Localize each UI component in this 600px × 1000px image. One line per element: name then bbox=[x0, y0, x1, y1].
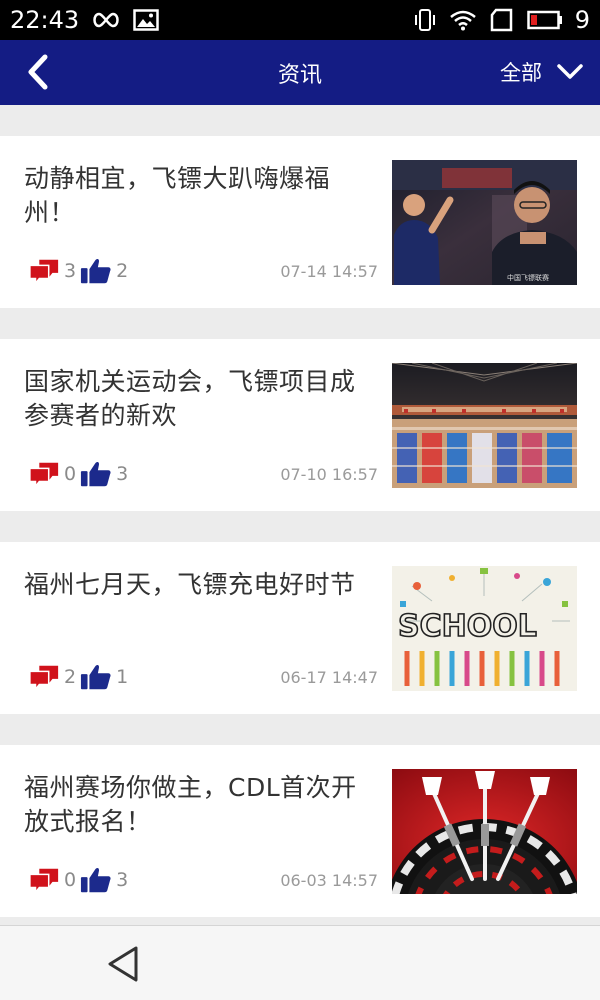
battery-icon bbox=[526, 10, 563, 30]
dislike-icon[interactable] bbox=[28, 663, 60, 691]
dislike-count: 0 bbox=[64, 463, 77, 485]
sim-icon bbox=[489, 8, 515, 32]
thumb-school-text: SCHOOL bbox=[398, 609, 537, 644]
news-item[interactable]: 国家机关运动会，飞镖项目成参赛者的新欢 0 3 07-10 16:57 bbox=[0, 339, 600, 511]
status-bar: 22:43 9 bbox=[0, 0, 600, 40]
news-time: 06-03 14:57 bbox=[280, 870, 378, 890]
news-title: 动静相宜，飞镖大趴嗨爆福州！ bbox=[24, 164, 331, 227]
chevron-down-icon bbox=[557, 64, 583, 79]
battery-level: 9 bbox=[574, 6, 590, 34]
app-header: 资讯 全部 bbox=[0, 40, 600, 105]
news-thumbnail[interactable]: 中国飞镖联赛 bbox=[392, 160, 577, 285]
triangle-back-icon bbox=[108, 946, 138, 982]
nav-back-button[interactable] bbox=[104, 944, 144, 984]
news-thumbnail[interactable]: SCHOOL bbox=[392, 566, 577, 691]
back-button[interactable] bbox=[18, 52, 58, 92]
thumb-caption: 中国飞镖联赛 bbox=[507, 273, 549, 282]
chevron-left-icon bbox=[28, 54, 48, 90]
filter-label: 全部 bbox=[500, 61, 542, 85]
news-item[interactable]: 福州七月天，飞镖充电好时节 2 1 06-17 14:47 SCHOOL bbox=[0, 542, 600, 714]
thumbs-up-icon[interactable] bbox=[80, 662, 112, 692]
like-count: 2 bbox=[116, 260, 129, 282]
news-thumbnail[interactable] bbox=[392, 363, 577, 488]
thumbs-up-icon[interactable] bbox=[80, 865, 112, 895]
like-count: 1 bbox=[116, 666, 129, 688]
dislike-icon[interactable] bbox=[28, 257, 60, 285]
news-title: 福州七月天，飞镖充电好时节 bbox=[24, 570, 356, 599]
like-count: 3 bbox=[116, 869, 129, 891]
thumbs-up-icon[interactable] bbox=[80, 256, 112, 286]
thumbs-up-icon[interactable] bbox=[80, 459, 112, 489]
image-icon bbox=[133, 9, 159, 31]
news-meta: 0 3 07-10 16:57 bbox=[28, 459, 378, 489]
status-time: 22:43 bbox=[10, 6, 80, 34]
news-time: 07-14 14:57 bbox=[280, 261, 378, 281]
dislike-icon[interactable] bbox=[28, 866, 60, 894]
news-time: 07-10 16:57 bbox=[280, 464, 378, 484]
news-item[interactable]: 福州赛场你做主，CDL首次开放式报名！ 0 3 06-03 14:57 bbox=[0, 745, 600, 917]
category-filter-dropdown[interactable]: 全部 bbox=[500, 52, 584, 92]
dislike-icon[interactable] bbox=[28, 460, 60, 488]
news-item[interactable]: 动静相宜，飞镖大趴嗨爆福州！ 3 2 07-14 14:57 中国飞镖联赛 bbox=[0, 136, 600, 308]
system-nav-bar bbox=[0, 925, 600, 1000]
news-time: 06-17 14:47 bbox=[280, 667, 378, 687]
news-meta: 0 3 06-03 14:57 bbox=[28, 865, 378, 895]
news-title: 福州赛场你做主，CDL首次开放式报名！ bbox=[24, 773, 357, 836]
vibrate-icon bbox=[413, 8, 437, 32]
news-thumbnail[interactable] bbox=[392, 769, 577, 894]
news-meta: 3 2 07-14 14:57 bbox=[28, 256, 378, 286]
infinity-icon bbox=[91, 11, 121, 29]
news-title: 国家机关运动会，飞镖项目成参赛者的新欢 bbox=[24, 367, 356, 430]
like-count: 3 bbox=[116, 463, 129, 485]
news-meta: 2 1 06-17 14:47 bbox=[28, 662, 378, 692]
wifi-icon bbox=[449, 9, 477, 31]
dislike-count: 3 bbox=[64, 260, 77, 282]
page-title: 资讯 bbox=[277, 62, 322, 88]
dislike-count: 2 bbox=[64, 666, 77, 688]
dislike-count: 0 bbox=[64, 869, 77, 891]
